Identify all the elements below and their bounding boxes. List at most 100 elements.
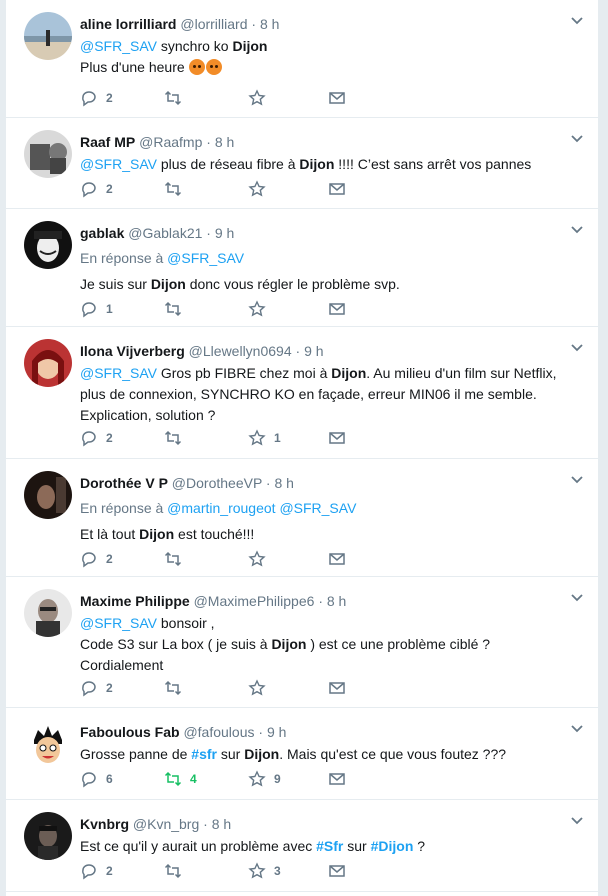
username[interactable]: @Raafmp [139, 134, 202, 150]
chevron-down-icon[interactable] [570, 724, 584, 734]
username[interactable]: @MaximePhilippe6 [194, 593, 315, 609]
timestamp[interactable]: 8 h [212, 816, 231, 832]
highlight-term: Dijon [139, 526, 175, 542]
retweet-button[interactable] [164, 299, 190, 319]
retweet-button[interactable]: 4 [164, 769, 197, 789]
retweet-button[interactable] [164, 428, 190, 448]
avatar[interactable] [24, 339, 72, 387]
envelope-icon [329, 773, 345, 785]
display-name[interactable]: Ilona Vijverberg [80, 343, 185, 359]
username[interactable]: @Gablak21 [128, 225, 202, 241]
reply-button[interactable]: 2 [80, 861, 113, 881]
hashtag-link[interactable]: #Sfr [316, 838, 343, 854]
retweet-button[interactable] [164, 861, 190, 881]
reply-button[interactable]: 2 [80, 428, 113, 448]
display-name[interactable]: aline lorrilliard [80, 16, 176, 32]
display-name[interactable]: gablak [80, 225, 124, 241]
reply-count: 2 [106, 182, 113, 196]
tweet[interactable]: Ilona Vijverberg @Llewellyn0694 · 9 h @S… [6, 327, 598, 459]
hashtag-link[interactable]: #sfr [191, 746, 217, 762]
mention-link[interactable]: @martin_rougeot @SFR_SAV [167, 500, 356, 516]
reply-button[interactable]: 2 [80, 678, 113, 698]
reply-button[interactable]: 2 [80, 88, 113, 108]
tweet[interactable]: Kvnbrg @Kvn_brg · 8 h Est ce qu'il y aur… [6, 800, 598, 892]
message-button[interactable] [328, 299, 346, 319]
timestamp[interactable]: 8 h [327, 593, 346, 609]
display-name[interactable]: Raaf MP [80, 134, 135, 150]
tweet[interactable]: gablak @Gablak21 · 9 h En réponse à @SFR… [6, 209, 598, 327]
like-button[interactable] [248, 299, 274, 319]
timestamp[interactable]: 9 h [215, 225, 234, 241]
tweet[interactable]: Dorothée V P @DorotheeVP · 8 h En répons… [6, 459, 598, 577]
message-button[interactable] [328, 88, 346, 108]
display-name[interactable]: Dorothée V P [80, 475, 168, 491]
avatar[interactable] [24, 471, 72, 519]
chevron-down-icon[interactable] [570, 816, 584, 826]
message-button[interactable] [328, 428, 346, 448]
avatar[interactable] [24, 12, 72, 60]
star-icon [248, 89, 266, 106]
reply-button[interactable]: 1 [80, 299, 113, 319]
chevron-down-icon[interactable] [570, 593, 584, 603]
tweet[interactable]: Maxime Philippe @MaximePhilippe6 · 8 h @… [6, 577, 598, 708]
like-button[interactable] [248, 549, 274, 569]
message-button[interactable] [328, 549, 346, 569]
display-name[interactable]: Kvnbrg [80, 816, 129, 832]
username[interactable]: @Kvn_brg [133, 816, 199, 832]
timestamp[interactable]: 8 h [260, 16, 279, 32]
chevron-down-icon[interactable] [570, 16, 584, 26]
mention-link[interactable]: @SFR_SAV [80, 156, 157, 172]
chevron-down-icon[interactable] [570, 475, 584, 485]
username[interactable]: @DorotheeVP [172, 475, 262, 491]
envelope-icon [329, 92, 345, 104]
like-button[interactable] [248, 678, 274, 698]
avatar[interactable] [24, 221, 72, 269]
like-button[interactable] [248, 88, 274, 108]
mention-link[interactable]: @SFR_SAV [167, 250, 244, 266]
reply-button[interactable]: 2 [80, 549, 113, 569]
message-button[interactable] [328, 678, 346, 698]
tweet-header: Dorothée V P @DorotheeVP · 8 h [80, 473, 568, 493]
timestamp[interactable]: 9 h [304, 343, 323, 359]
username[interactable]: @lorrilliard [180, 16, 247, 32]
tweet-timeline: aline lorrilliard @lorrilliard · 8 h @SF… [5, 0, 599, 896]
username[interactable]: @Llewellyn0694 [189, 343, 292, 359]
retweet-button[interactable] [164, 549, 190, 569]
retweet-button[interactable] [164, 179, 190, 199]
display-name[interactable]: Faboulous Fab [80, 724, 180, 740]
avatar[interactable] [24, 589, 72, 637]
retweet-button[interactable] [164, 678, 190, 698]
mention-link[interactable]: @SFR_SAV [80, 365, 157, 381]
timestamp[interactable]: 8 h [274, 475, 293, 491]
display-name[interactable]: Maxime Philippe [80, 593, 190, 609]
chevron-down-icon[interactable] [570, 225, 584, 235]
like-button[interactable]: 3 [248, 861, 281, 881]
hashtag-link[interactable]: #Dijon [371, 838, 414, 854]
avatar[interactable] [24, 720, 72, 768]
mention-link[interactable]: @SFR_SAV [80, 615, 157, 631]
avatar[interactable] [24, 812, 72, 860]
tweet[interactable]: Faboulous Fab @fafoulous · 9 h Grosse pa… [6, 708, 598, 800]
reply-button[interactable]: 6 [80, 769, 113, 789]
username[interactable]: @fafoulous [183, 724, 254, 740]
tweet[interactable]: aline lorrilliard @lorrilliard · 8 h @SF… [6, 0, 598, 118]
chevron-down-icon[interactable] [570, 343, 584, 353]
timestamp[interactable]: 8 h [215, 134, 234, 150]
message-button[interactable] [328, 179, 346, 199]
tweet[interactable]: Raaf MP @Raafmp · 8 h @SFR_SAV plus de r… [6, 118, 598, 209]
text-part: . Mais qu'est ce que vous foutez ??? [279, 746, 507, 762]
star-icon [248, 679, 266, 696]
like-button[interactable] [248, 179, 274, 199]
like-button[interactable]: 1 [248, 428, 281, 448]
message-button[interactable] [328, 861, 346, 881]
tweet-text: @SFR_SAV Gros pb FIBRE chez moi à Dijon.… [80, 363, 568, 426]
envelope-icon [329, 183, 345, 195]
mention-link[interactable]: @SFR_SAV [80, 38, 157, 54]
reply-button[interactable]: 2 [80, 179, 113, 199]
retweet-button[interactable] [164, 88, 190, 108]
avatar[interactable] [24, 130, 72, 178]
message-button[interactable] [328, 769, 346, 789]
timestamp[interactable]: 9 h [267, 724, 286, 740]
chevron-down-icon[interactable] [570, 134, 584, 144]
like-button[interactable]: 9 [248, 769, 281, 789]
